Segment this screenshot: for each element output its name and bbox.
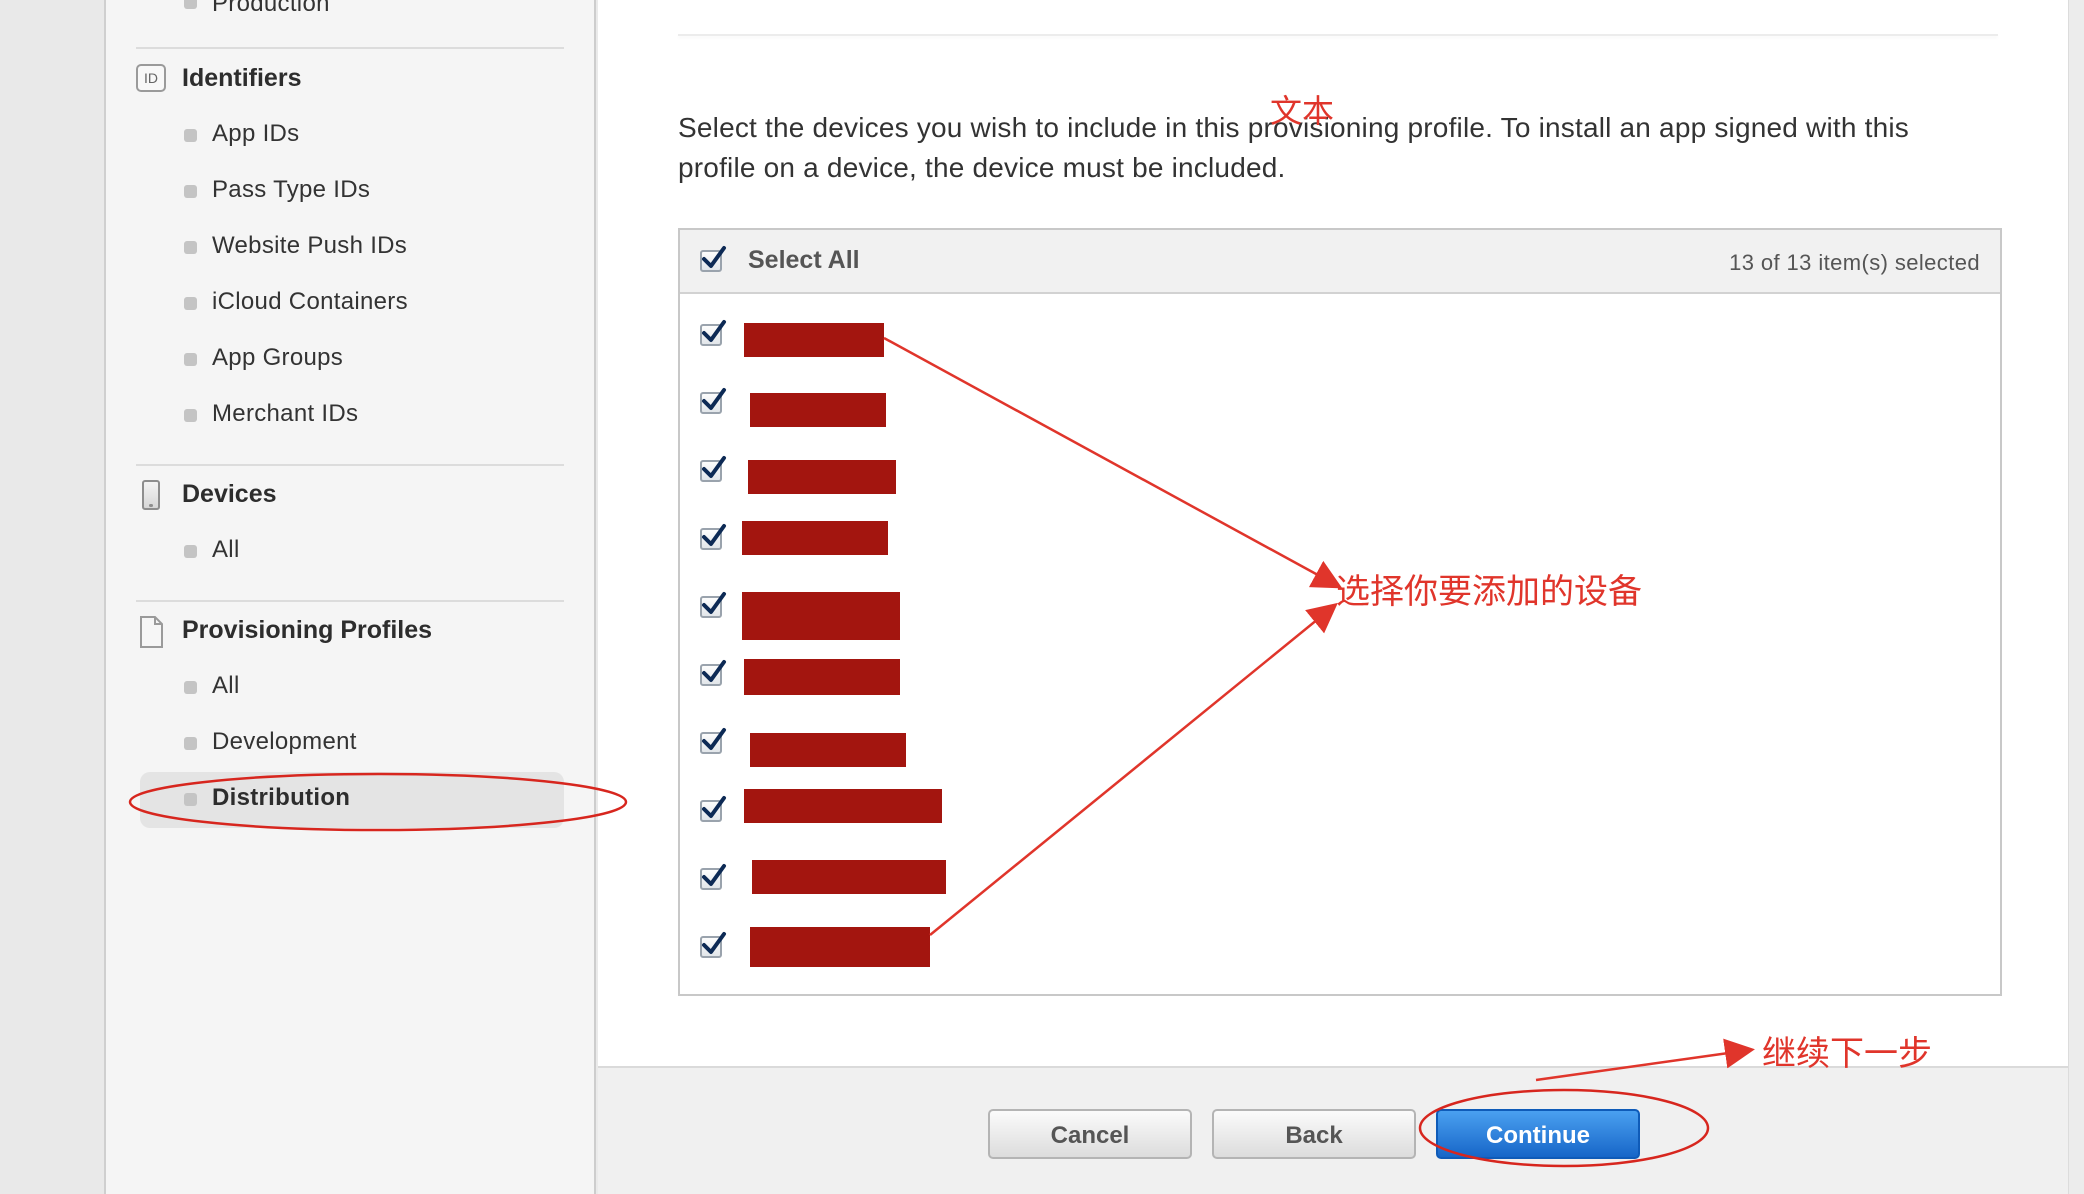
device-checkbox[interactable] xyxy=(700,932,726,958)
checkmark-icon xyxy=(702,864,726,886)
back-button[interactable]: Back xyxy=(1212,1109,1416,1159)
section-title-devices: Devices xyxy=(182,480,277,508)
device-checkbox[interactable] xyxy=(700,864,726,890)
id-badge-icon: ID xyxy=(136,64,166,94)
device-checkbox[interactable] xyxy=(700,728,726,754)
checkmark-icon xyxy=(702,320,726,342)
checkmark-icon xyxy=(702,592,726,614)
redacted-device-name xyxy=(742,521,888,555)
redacted-device-name xyxy=(742,592,900,640)
sidebar-item-production[interactable]: Production xyxy=(212,0,330,18)
bullet xyxy=(184,681,197,694)
section-title-provisioning-profiles: Provisioning Profiles xyxy=(182,616,433,644)
checkmark-icon xyxy=(702,728,726,750)
sidebar-divider xyxy=(136,600,564,602)
cancel-button[interactable]: Cancel xyxy=(988,1109,1192,1159)
left-gutter xyxy=(0,0,106,1194)
annotation-continue-note: 继续下一步 xyxy=(1762,1034,1932,1074)
device-checkbox[interactable] xyxy=(700,592,726,618)
bullet xyxy=(184,0,197,9)
sidebar-item-profiles-all[interactable]: All xyxy=(212,672,240,700)
redacted-device-name xyxy=(750,927,930,967)
checkmark-icon xyxy=(702,456,726,478)
section-title-identifiers: Identifiers xyxy=(182,64,302,92)
content-top-divider xyxy=(678,34,1998,36)
sidebar-item-website-push-ids[interactable]: Website Push IDs xyxy=(212,232,407,260)
device-checkbox[interactable] xyxy=(700,456,726,482)
window-right-edge xyxy=(2068,0,2084,1194)
checkmark-icon xyxy=(702,246,726,268)
checkmark-icon xyxy=(702,932,726,954)
bullet xyxy=(184,353,197,366)
bullet xyxy=(184,409,197,422)
bullet xyxy=(184,241,197,254)
bullet xyxy=(184,129,197,142)
document-icon xyxy=(136,616,166,648)
bullet xyxy=(184,185,197,198)
redacted-device-name xyxy=(744,789,942,823)
bullet xyxy=(184,297,197,310)
continue-button[interactable]: Continue xyxy=(1436,1109,1640,1159)
sidebar-item-devices-all[interactable]: All xyxy=(212,536,240,564)
id-badge-text: ID xyxy=(136,64,166,92)
annotation-device-note: 选择你要添加的设备 xyxy=(1336,572,1642,612)
device-checkbox[interactable] xyxy=(700,388,726,414)
redacted-device-name xyxy=(748,460,896,494)
sidebar-divider xyxy=(136,47,564,49)
bullet xyxy=(184,737,197,750)
checkmark-icon xyxy=(702,796,726,818)
device-checkbox[interactable] xyxy=(700,320,726,346)
sidebar-item-merchant-ids[interactable]: Merchant IDs xyxy=(212,400,358,428)
sidebar-item-profiles-development[interactable]: Development xyxy=(212,728,357,756)
bullet xyxy=(184,793,197,806)
selected-count: 13 of 13 item(s) selected xyxy=(1729,250,1980,275)
select-all-checkbox[interactable] xyxy=(700,246,726,272)
device-checkbox[interactable] xyxy=(700,524,726,550)
device-checkbox[interactable] xyxy=(700,660,726,686)
select-all-label[interactable]: Select All xyxy=(748,246,860,275)
sidebar-divider xyxy=(136,464,564,466)
redacted-device-name xyxy=(750,733,906,767)
redacted-device-name xyxy=(752,860,946,894)
annotation-top-note: 文本 xyxy=(1270,92,1335,130)
redacted-device-name xyxy=(750,393,886,427)
sidebar-item-profiles-distribution[interactable]: Distribution xyxy=(212,784,350,812)
sidebar-item-profiles-distribution-selected[interactable] xyxy=(140,772,564,828)
redacted-device-name xyxy=(744,323,884,357)
checkmark-icon xyxy=(702,388,726,410)
redacted-device-name xyxy=(744,659,900,695)
sidebar-item-pass-type-ids[interactable]: Pass Type IDs xyxy=(212,176,370,204)
sidebar-item-icloud-containers[interactable]: iCloud Containers xyxy=(212,288,408,316)
device-phone-icon xyxy=(136,480,166,510)
device-checkbox[interactable] xyxy=(700,796,726,822)
checkmark-icon xyxy=(702,660,726,682)
checkmark-icon xyxy=(702,524,726,546)
sidebar-item-app-groups[interactable]: App Groups xyxy=(212,344,343,372)
sidebar-item-app-ids[interactable]: App IDs xyxy=(212,120,299,148)
bullet xyxy=(184,545,197,558)
